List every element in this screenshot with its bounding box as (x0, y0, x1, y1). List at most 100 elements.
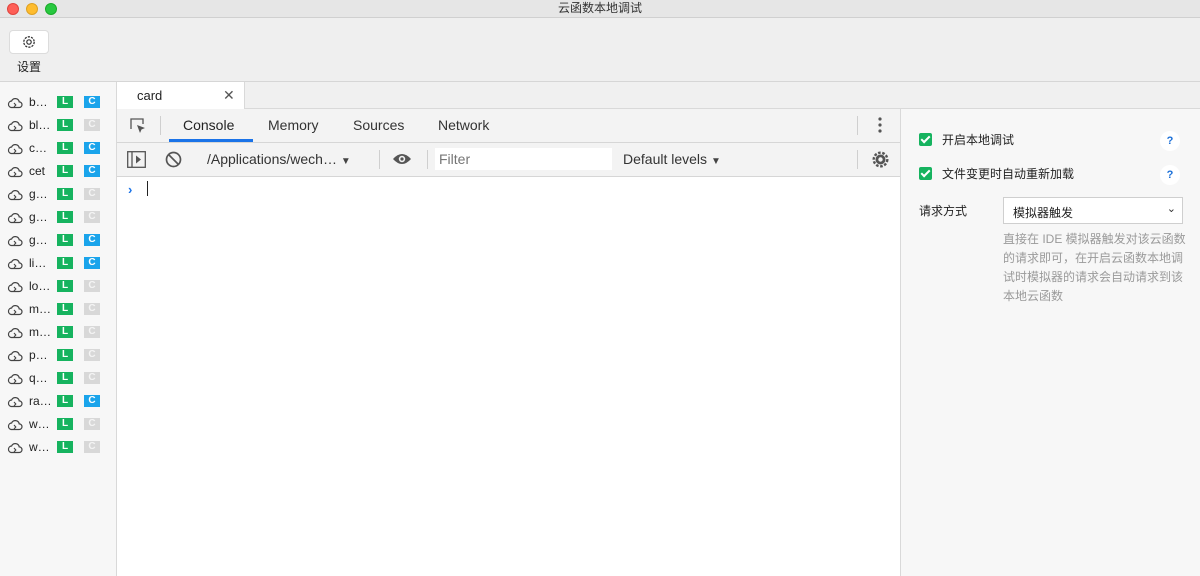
cloud-badge[interactable]: C (84, 142, 100, 154)
cloud-badge[interactable]: C (84, 395, 100, 407)
local-badge[interactable]: L (57, 96, 73, 108)
settings-label: 设置 (16, 60, 41, 74)
inspect-element-icon[interactable] (129, 117, 147, 140)
cloud-function-item[interactable]: li… L C (0, 252, 116, 275)
local-badge[interactable]: L (57, 142, 73, 154)
cloud-function-item[interactable]: w… L C (0, 436, 116, 459)
function-name: li… (29, 256, 47, 270)
cloud-function-item[interactable]: c… L C (0, 137, 116, 160)
cloud-badge[interactable]: C (84, 119, 100, 131)
cloud-function-item[interactable]: bl… L C (0, 114, 116, 137)
cloud-badge[interactable]: C (84, 280, 100, 292)
cloud-function-list: b… L Cbl… L Cc… L Ccet L Cg… L Cg… L Cg… L Cli… L Clo… L C… (0, 82, 117, 576)
console-settings-gear-icon[interactable] (871, 150, 890, 174)
console-filter-input[interactable] (435, 148, 612, 170)
cloud-function-icon (7, 349, 23, 367)
devtools-tab-bar: Console Memory Sources Network (117, 109, 900, 143)
tab-memory[interactable]: Memory (268, 117, 319, 133)
cloud-badge[interactable]: C (84, 418, 100, 430)
tab-label: card (137, 88, 163, 103)
local-badge[interactable]: L (57, 234, 73, 246)
local-badge[interactable]: L (57, 280, 73, 292)
cloud-badge[interactable]: C (84, 349, 100, 361)
close-window-button[interactable] (7, 3, 19, 15)
local-badge[interactable]: L (57, 211, 73, 223)
cloud-function-icon (7, 326, 23, 344)
cloud-badge[interactable]: C (84, 188, 100, 200)
log-levels-dropdown[interactable]: Default levels ▼ (623, 151, 721, 167)
cloud-function-item[interactable]: g… L C (0, 206, 116, 229)
cloud-function-icon (7, 395, 23, 413)
chevron-down-icon: ⌄ (1166, 203, 1176, 215)
enable-local-debug-checkbox[interactable] (919, 133, 932, 146)
dropdown-arrow-icon: ▼ (340, 156, 351, 167)
tab-console[interactable]: Console (183, 117, 234, 133)
cloud-function-item[interactable]: ra… L C (0, 390, 116, 413)
context-value: /Applications/wech… (207, 151, 337, 167)
local-badge[interactable]: L (57, 418, 73, 430)
function-name: g… (29, 187, 48, 201)
local-badge[interactable]: L (57, 188, 73, 200)
local-badge[interactable]: L (57, 349, 73, 361)
cloud-badge[interactable]: C (84, 326, 100, 338)
toggle-sidebar-icon[interactable] (127, 151, 146, 173)
local-badge[interactable]: L (57, 303, 73, 315)
local-badge[interactable]: L (57, 326, 73, 338)
cloud-function-item[interactable]: p… L C (0, 344, 116, 367)
separator (160, 116, 161, 135)
cloud-function-item[interactable]: g… L C (0, 183, 116, 206)
cloud-badge[interactable]: C (84, 441, 100, 453)
cloud-badge[interactable]: C (84, 211, 100, 223)
local-badge[interactable]: L (57, 372, 73, 384)
local-badge[interactable]: L (57, 441, 73, 453)
cloud-function-icon (7, 418, 23, 436)
local-badge[interactable]: L (57, 395, 73, 407)
cloud-badge[interactable]: C (84, 165, 100, 177)
tab-network[interactable]: Network (438, 117, 489, 133)
local-badge[interactable]: L (57, 119, 73, 131)
help-icon[interactable]: ? (1160, 165, 1180, 185)
tab-sources[interactable]: Sources (353, 117, 404, 133)
cloud-function-item[interactable]: q… L C (0, 367, 116, 390)
help-icon[interactable]: ? (1160, 131, 1180, 151)
cloud-badge[interactable]: C (84, 372, 100, 384)
separator (379, 150, 380, 169)
function-name: g… (29, 210, 48, 224)
cloud-badge[interactable]: C (84, 234, 100, 246)
function-name: ra… (29, 394, 52, 408)
cloud-function-item[interactable]: cet L C (0, 160, 116, 183)
local-badge[interactable]: L (57, 257, 73, 269)
zoom-window-button[interactable] (45, 3, 57, 15)
clear-console-icon[interactable] (165, 151, 182, 173)
cloud-function-item[interactable]: g… L C (0, 229, 116, 252)
context-selector[interactable]: /Applications/wech… ▼ (207, 151, 351, 167)
console-output[interactable]: › (117, 177, 900, 576)
tab-card[interactable]: card ✕ (117, 82, 245, 109)
function-name: b… (29, 95, 48, 109)
function-name: q… (29, 371, 48, 385)
cloud-badge[interactable]: C (84, 303, 100, 315)
console-filter-bar: /Applications/wech… ▼ Default levels ▼ (117, 143, 900, 177)
local-badge[interactable]: L (57, 165, 73, 177)
document-tab-strip: card ✕ (117, 82, 1200, 109)
cloud-function-icon (7, 165, 23, 183)
cloud-function-item[interactable]: m… L C (0, 321, 116, 344)
cloud-function-item[interactable]: lo… L C (0, 275, 116, 298)
cloud-function-item[interactable]: w… L C (0, 413, 116, 436)
cloud-function-icon (7, 234, 23, 252)
auto-reload-checkbox[interactable] (919, 167, 932, 180)
cloud-function-icon (7, 372, 23, 390)
cloud-badge[interactable]: C (84, 257, 100, 269)
cloud-function-item[interactable]: m… L C (0, 298, 116, 321)
cloud-badge[interactable]: C (84, 96, 100, 108)
function-name: cet (29, 164, 46, 178)
close-tab-icon[interactable]: ✕ (223, 87, 235, 104)
console-prompt-icon: › (128, 182, 133, 197)
live-expression-eye-icon[interactable] (392, 152, 412, 171)
cloud-function-item[interactable]: b… L C (0, 91, 116, 114)
request-method-select[interactable]: 模拟器触发 ⌄ (1003, 197, 1183, 224)
minimize-window-button[interactable] (26, 3, 38, 15)
settings-button[interactable] (9, 30, 49, 54)
request-method-value: 模拟器触发 (1013, 206, 1074, 220)
more-options-icon[interactable] (877, 116, 883, 139)
